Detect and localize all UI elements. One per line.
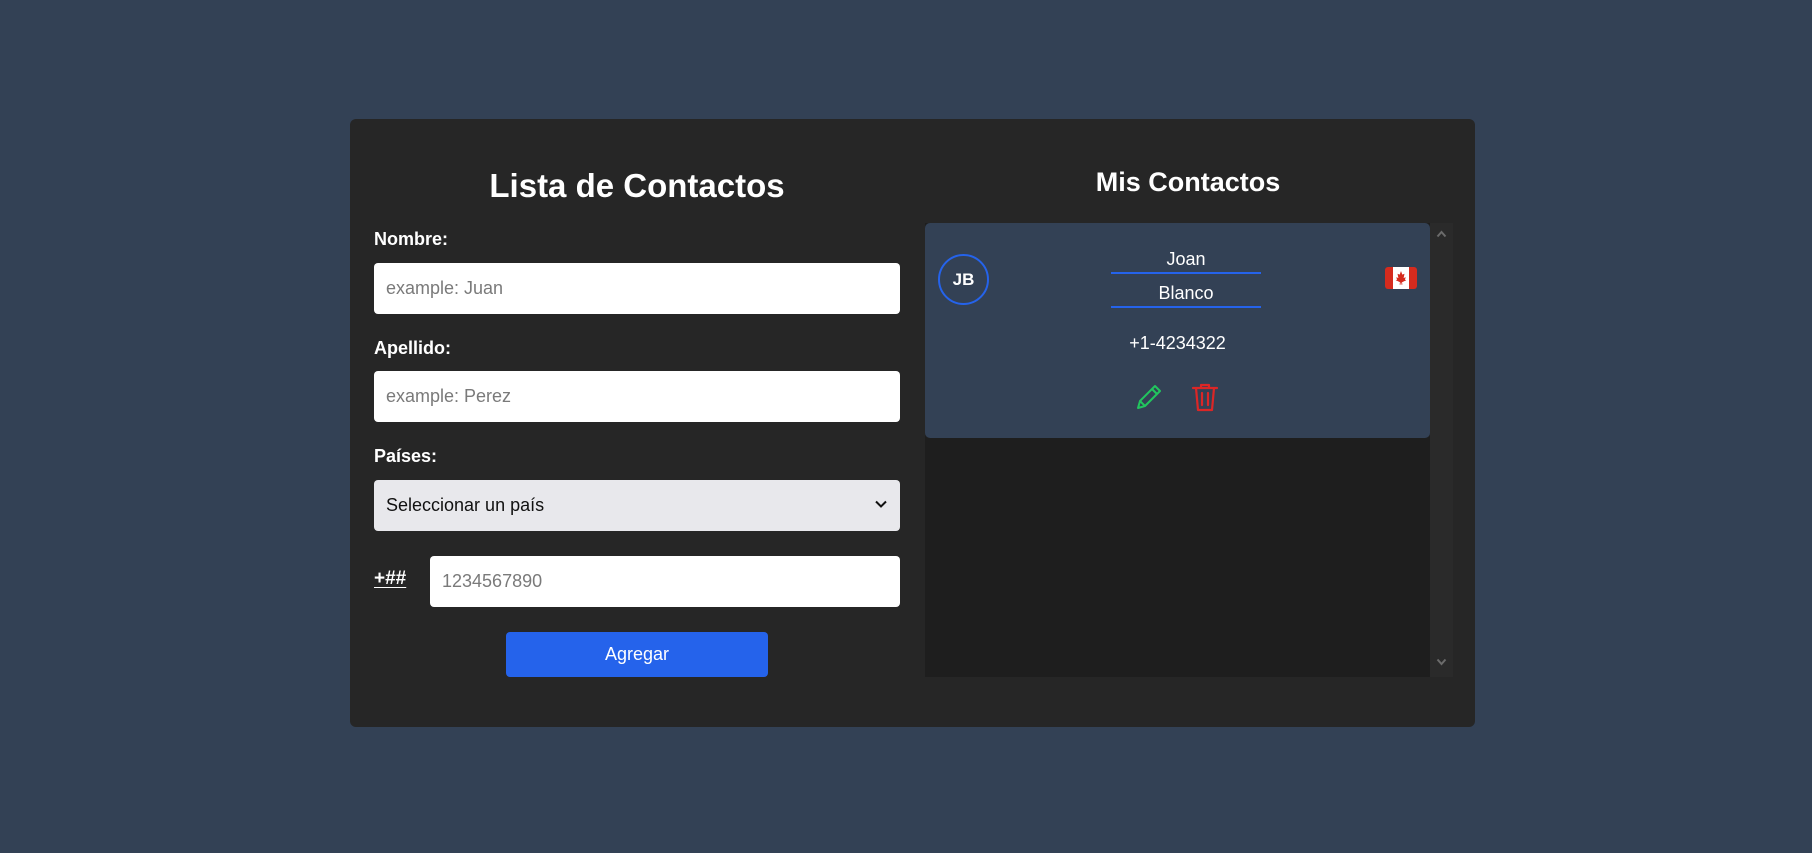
contacts-card: Lista de Contactos Nombre: Apellido: Paí…	[350, 119, 1475, 727]
add-button[interactable]: Agregar	[506, 632, 768, 677]
country-select[interactable]: Seleccionar un país	[374, 480, 900, 531]
form-title: Lista de Contactos	[489, 167, 785, 204]
contact-last-name: Blanco	[1111, 283, 1261, 308]
scroll-down-icon[interactable]	[1436, 654, 1447, 672]
pencil-icon	[1137, 385, 1161, 409]
country-select-value: Seleccionar un país	[386, 495, 545, 515]
scrollbar[interactable]	[1430, 223, 1453, 677]
first-name-label: Nombre:	[374, 229, 449, 249]
avatar: JB	[938, 254, 989, 305]
contact-phone: +1-4234322	[1129, 333, 1226, 353]
contact-card: JB Joan Blanco +1-4234322	[925, 223, 1430, 438]
contact-first-name: Joan	[1111, 249, 1261, 274]
scroll-up-icon[interactable]	[1436, 227, 1447, 245]
chevron-down-icon	[874, 495, 888, 516]
country-label: Países:	[374, 446, 438, 466]
last-name-label: Apellido:	[374, 338, 451, 358]
delete-button[interactable]	[1190, 381, 1220, 413]
canada-flag-icon	[1385, 267, 1417, 289]
contacts-list: JB Joan Blanco +1-4234322	[925, 223, 1453, 677]
phone-prefix: +##	[374, 568, 407, 589]
last-name-input[interactable]	[374, 371, 900, 422]
first-name-input[interactable]	[374, 263, 900, 314]
trash-icon	[1191, 383, 1219, 412]
edit-button[interactable]	[1133, 381, 1165, 413]
contacts-title: Mis Contactos	[1095, 167, 1281, 197]
phone-input[interactable]	[430, 556, 900, 607]
